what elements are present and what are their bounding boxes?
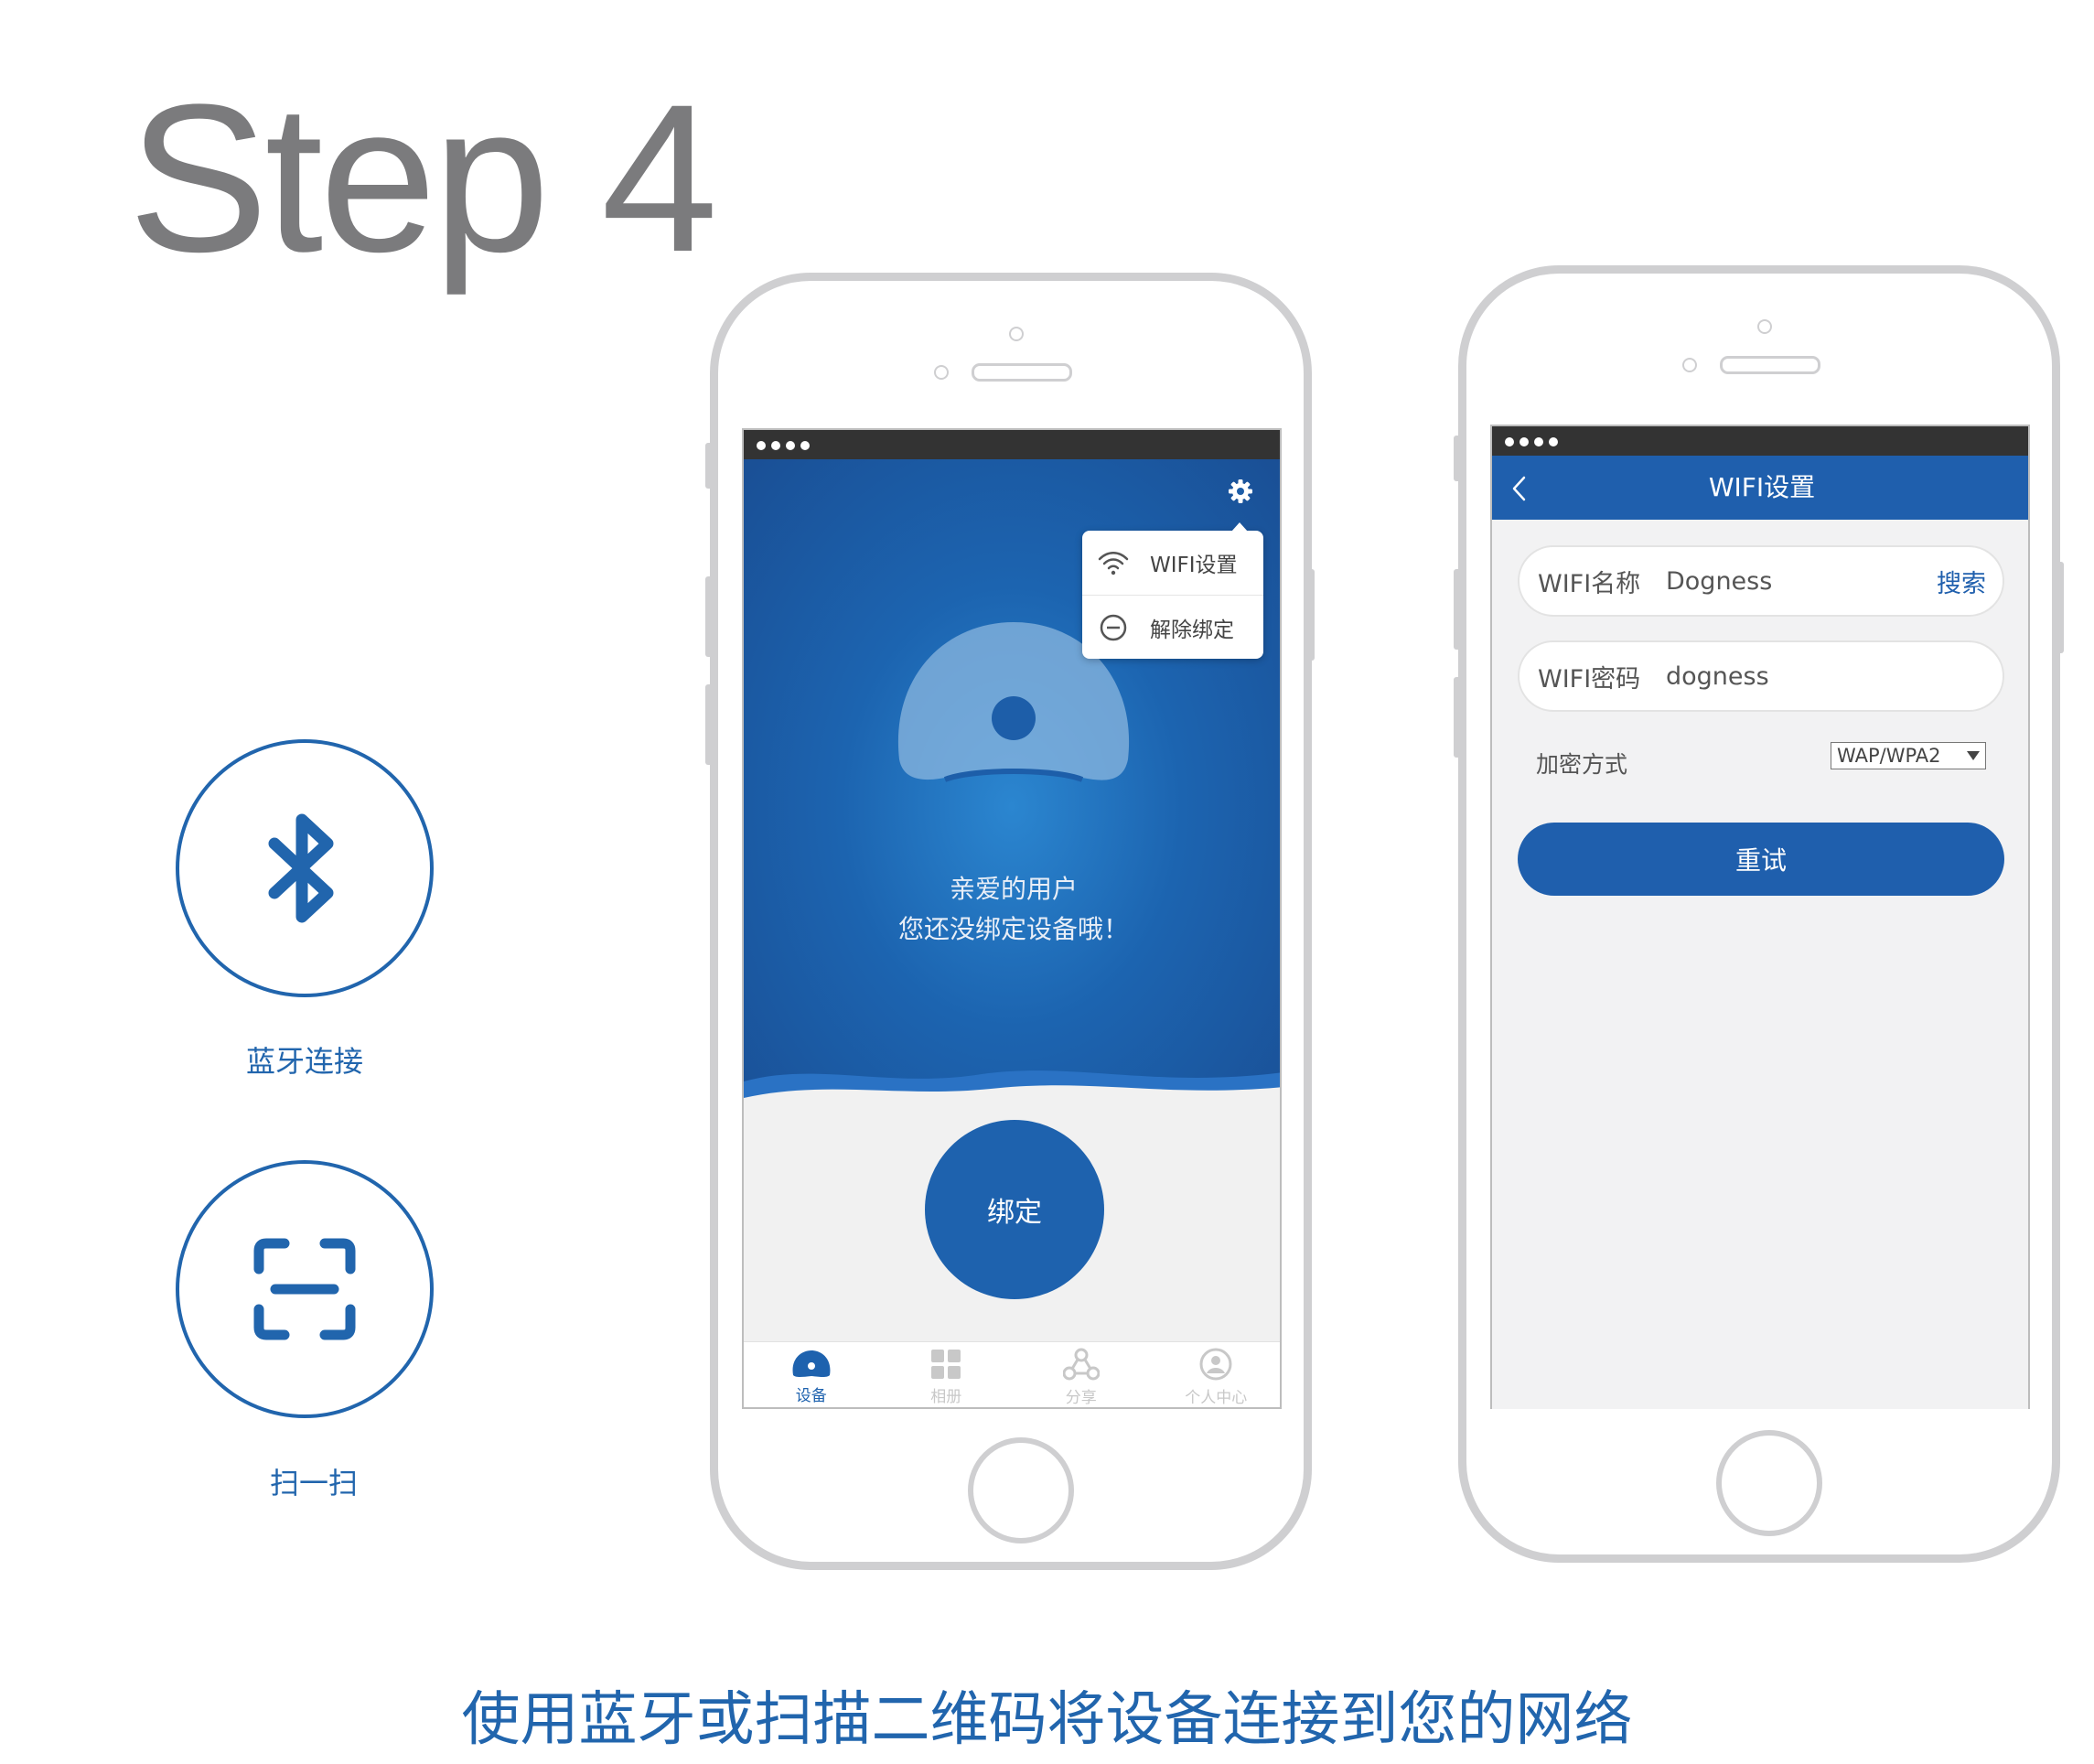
- wifi-name-field[interactable]: WIFI名称 Dogness 搜索: [1518, 545, 2004, 617]
- tab-label: 相册: [930, 1387, 962, 1406]
- bluetooth-option[interactable]: [176, 739, 434, 997]
- tab-device[interactable]: 设备: [744, 1342, 879, 1407]
- bind-button[interactable]: 绑定: [925, 1120, 1104, 1299]
- menu-item-label: WIFI设置: [1150, 554, 1238, 577]
- scan-qr-icon: [253, 1238, 356, 1340]
- menu-item-wifi-settings[interactable]: WIFI设置: [1082, 531, 1263, 596]
- tab-profile[interactable]: 个人中心: [1149, 1342, 1281, 1407]
- wifi-password-label: WIFI密码: [1538, 664, 1641, 694]
- tab-share[interactable]: 分享: [1014, 1342, 1149, 1407]
- wifi-name-label: WIFI名称: [1538, 569, 1641, 598]
- phone1-home-button[interactable]: [968, 1437, 1074, 1544]
- phone2-sensor: [1682, 358, 1697, 372]
- dropdown-caret: [1231, 522, 1248, 532]
- album-icon: [931, 1349, 961, 1379]
- no-device-message-line2: 您还没绑定设备哦！: [897, 914, 1129, 944]
- encryption-select[interactable]: WAP/WPA2: [1831, 742, 1986, 769]
- minus-circle-icon: [1100, 614, 1127, 641]
- phone1-camera: [1009, 327, 1024, 341]
- bluetooth-icon: [268, 813, 334, 923]
- step-heading: Step 4: [128, 60, 718, 296]
- search-link[interactable]: 搜索: [1937, 564, 1986, 599]
- wifi-icon: [1098, 552, 1129, 575]
- gear-icon[interactable]: [1227, 478, 1254, 505]
- menu-item-label: 解除绑定: [1150, 618, 1234, 642]
- settings-dropdown-menu: WIFI设置 解除绑定: [1082, 522, 1263, 660]
- phone2-camera: [1757, 319, 1772, 334]
- phone2-home-button[interactable]: [1716, 1430, 1822, 1536]
- tab-label: 个人中心: [1185, 1388, 1248, 1407]
- phone1-status-bar: [744, 430, 1280, 459]
- signal-dot: [1505, 437, 1514, 446]
- wifi-name-value[interactable]: Dogness: [1666, 567, 1937, 596]
- phone2-speaker: [1720, 356, 1820, 374]
- scan-label: 扫一扫: [269, 1466, 358, 1500]
- phone2-status-bar: [1492, 426, 2028, 456]
- page-title: WIFI设置: [1708, 472, 1816, 502]
- retry-button[interactable]: 重试: [1518, 823, 2004, 896]
- bottom-tab-bar: 设备 相册 分享 个人中心: [744, 1341, 1281, 1407]
- menu-item-unbind[interactable]: 解除绑定: [1082, 596, 1263, 660]
- signal-dot: [1534, 437, 1543, 446]
- signal-dot: [800, 441, 810, 450]
- user-icon: [1199, 1348, 1232, 1380]
- bluetooth-label: 蓝牙连接: [245, 1044, 363, 1079]
- no-device-message-line1: 亲爱的用户: [949, 874, 1078, 904]
- phone1-speaker: [972, 363, 1072, 382]
- encryption-label: 加密方式: [1536, 751, 1628, 778]
- phone1-screen: 亲爱的用户 您还没绑定设备哦！ WIFI设置 解除绑定 绑定 设备 相册 分享 …: [742, 428, 1282, 1409]
- signal-dot: [786, 441, 795, 450]
- tab-label: 分享: [1065, 1388, 1097, 1407]
- tab-album[interactable]: 相册: [879, 1342, 1015, 1407]
- chevron-down-icon: [1967, 751, 1980, 760]
- wifi-settings-navbar: WIFI设置: [1492, 456, 2028, 520]
- wifi-password-field[interactable]: WIFI密码 dogness: [1518, 640, 2004, 712]
- phone2-screen: WIFI设置 WIFI名称 Dogness 搜索 WIFI密码 dogness …: [1490, 425, 2030, 1409]
- phone1-sensor: [934, 365, 949, 380]
- tab-label: 设备: [795, 1386, 827, 1405]
- share-icon: [1062, 1348, 1100, 1380]
- wifi-password-value[interactable]: dogness: [1666, 662, 2003, 691]
- signal-dot: [1519, 437, 1529, 446]
- signal-dot: [757, 441, 766, 450]
- instruction-caption: 使用蓝牙或扫描二维码将设备连接到您的网络: [461, 1686, 1633, 1754]
- scan-option[interactable]: [176, 1160, 434, 1418]
- signal-dot: [1549, 437, 1558, 446]
- signal-dot: [771, 441, 780, 450]
- wave-divider: [744, 1070, 1280, 1116]
- encryption-value: WAP/WPA2: [1837, 745, 1941, 767]
- device-icon: [792, 1350, 831, 1377]
